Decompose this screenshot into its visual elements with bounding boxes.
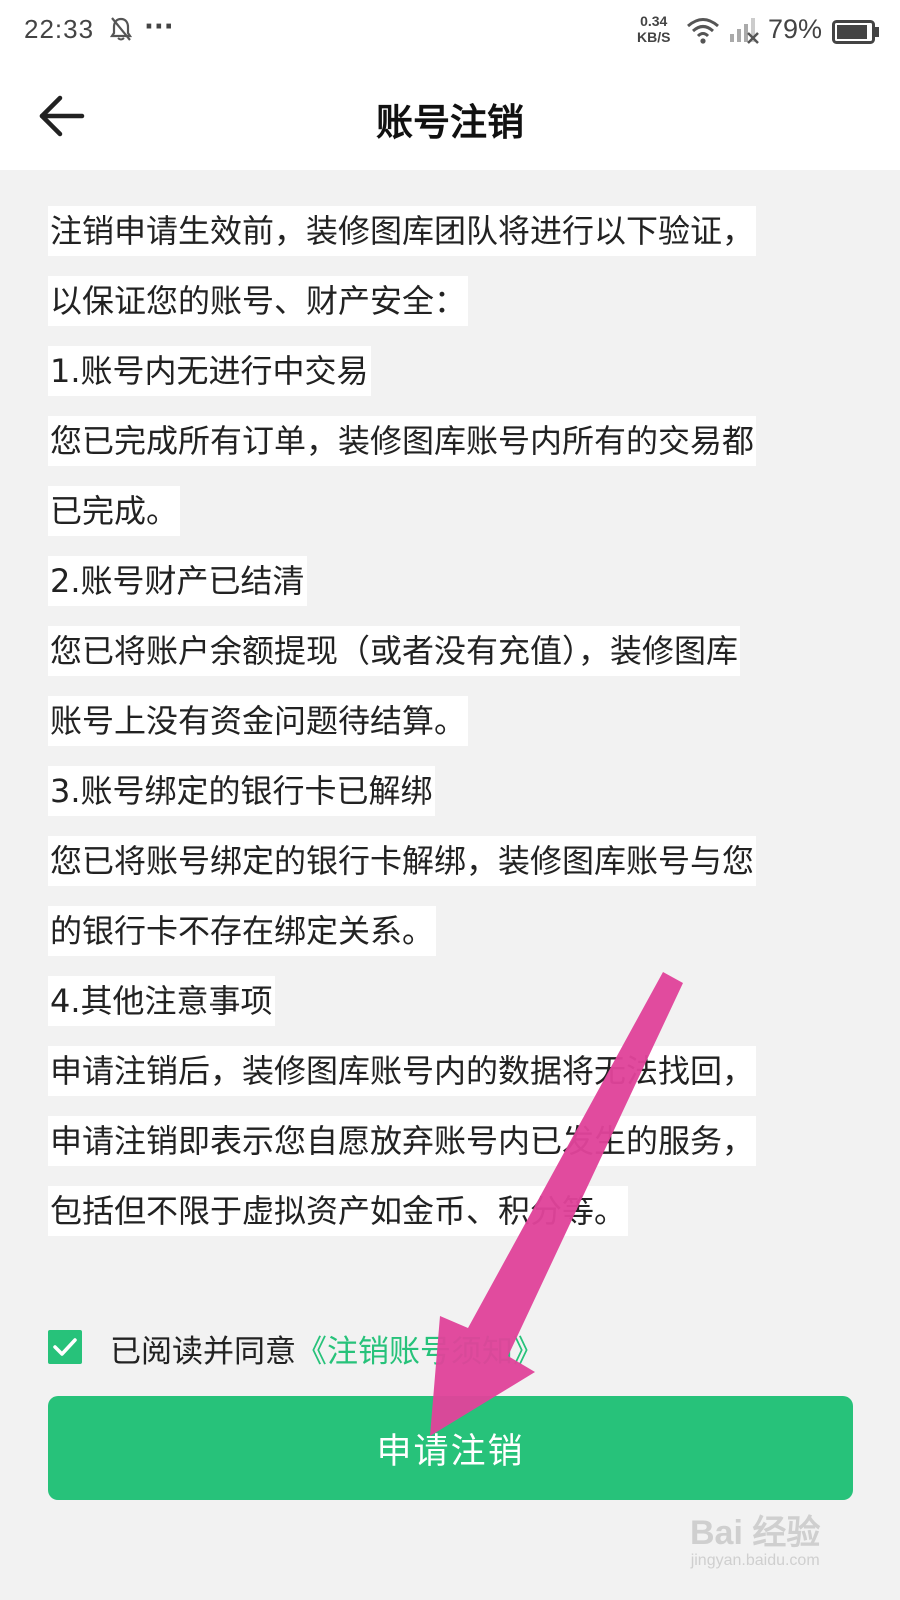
agree-checkbox[interactable]	[48, 1330, 82, 1364]
notice-heading: 1.账号内无进行中交易	[48, 342, 828, 412]
page-title: 账号注销	[376, 101, 524, 144]
notice-heading: 3.账号绑定的银行卡已解绑	[48, 762, 828, 832]
bell-muted-icon	[109, 16, 133, 46]
network-speed: 0.34 KB/S	[637, 13, 670, 45]
battery-icon	[832, 20, 880, 48]
apply-cancel-button[interactable]: 申请注销	[48, 1396, 853, 1500]
notice-line: 以保证您的账号、财产安全：	[48, 272, 828, 342]
notice-line: 账号上没有资金问题待结算。	[48, 692, 828, 762]
notice-heading: 2.账号财产已结清	[48, 552, 828, 622]
watermark-url: jingyan.baidu.com	[690, 1552, 820, 1569]
status-bar: 22:33 ··· 0.34 KB/S 79%	[0, 0, 900, 62]
notice-line: 的银行卡不存在绑定关系。	[48, 902, 828, 972]
agree-text: 已阅读并同意	[110, 1334, 296, 1370]
wifi-icon	[686, 16, 720, 48]
notice-line: 您已将账户余额提现（或者没有充值），装修图库	[48, 622, 828, 692]
notice-line: 注销申请生效前，装修图库团队将进行以下验证，	[48, 202, 828, 272]
cancellation-notice: 注销申请生效前，装修图库团队将进行以下验证， 以保证您的账号、财产安全： 1.账…	[48, 202, 828, 1252]
status-time: 22:33	[24, 14, 95, 44]
notice-line: 包括但不限于虚拟资产如金币、积分等。	[48, 1182, 828, 1252]
baidu-watermark: Bai 经验 jingyan.baidu.com	[690, 1515, 820, 1571]
network-speed-value: 0.34	[640, 13, 668, 29]
network-speed-unit: KB/S	[637, 29, 671, 45]
cell-signal-icon	[728, 16, 762, 48]
notice-line: 已完成。	[48, 482, 828, 552]
notice-line: 您已将账号绑定的银行卡解绑，装修图库账号与您	[48, 832, 828, 902]
notice-line: 申请注销即表示您自愿放弃账号内已发生的服务，	[48, 1112, 828, 1182]
watermark-main: Bai 经验	[690, 1514, 821, 1552]
agreement-row: 已阅读并同意《注销账号须知》	[48, 1330, 848, 1370]
agree-label: 已阅读并同意《注销账号须知》	[110, 1326, 544, 1371]
notice-heading: 4.其他注意事项	[48, 972, 828, 1042]
more-notifications-icon: ···	[144, 12, 174, 42]
notice-line: 您已完成所有订单，装修图库账号内所有的交易都	[48, 412, 828, 482]
cancellation-terms-link[interactable]: 《注销账号须知》	[296, 1334, 544, 1370]
battery-percent: 79%	[768, 14, 823, 44]
app-header: 账号注销	[0, 62, 900, 170]
notice-line: 申请注销后，装修图库账号内的数据将无法找回，	[48, 1042, 828, 1112]
check-icon	[53, 1338, 77, 1356]
